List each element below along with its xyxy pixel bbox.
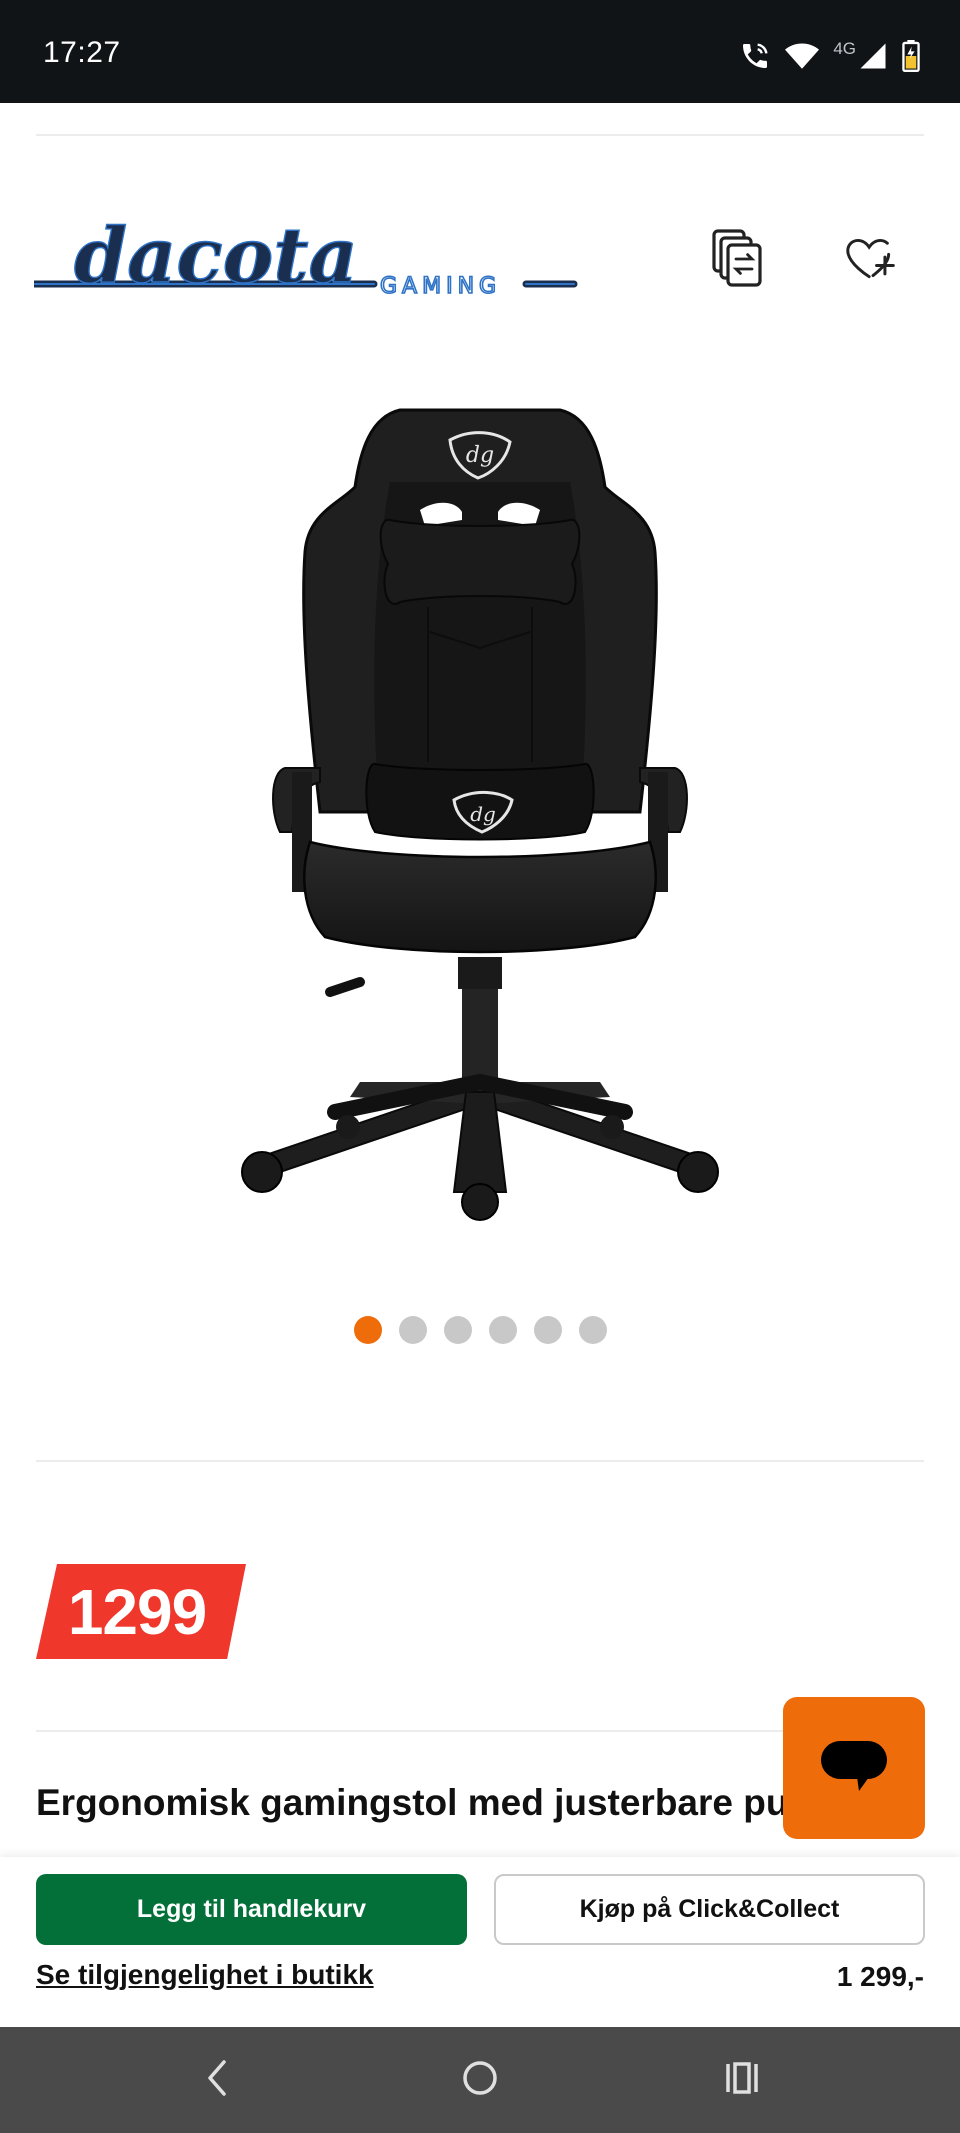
back-icon xyxy=(202,2058,232,2103)
add-to-cart-button[interactable]: Legg til handlekurv xyxy=(36,1874,467,1945)
logo-main-text: dacota xyxy=(74,222,358,300)
svg-text:dg: dg xyxy=(470,802,496,826)
system-nav-bar xyxy=(0,2027,960,2133)
brand-logo[interactable]: dacota GAMING xyxy=(30,210,580,304)
store-availability-link[interactable]: Se tilgjengelighet i butikk xyxy=(36,1959,374,1991)
wifi-calling-icon xyxy=(739,40,771,72)
chat-button[interactable] xyxy=(783,1697,925,1839)
nav-back-button[interactable] xyxy=(187,2052,247,2108)
carousel-dot[interactable] xyxy=(398,1316,427,1344)
battery-icon xyxy=(902,40,920,72)
nav-recents-button[interactable] xyxy=(712,2052,772,2108)
svg-text:dg: dg xyxy=(466,443,494,468)
carousel-dot[interactable] xyxy=(353,1316,382,1344)
wishlist-button[interactable] xyxy=(836,226,906,296)
product-image[interactable]: dg dg xyxy=(240,392,720,1232)
status-icons: 4G xyxy=(739,36,920,76)
status-time: 17:27 xyxy=(43,36,121,69)
price-badge: 1299 xyxy=(36,1564,246,1659)
compare-icon xyxy=(712,228,764,294)
carousel-dot[interactable] xyxy=(443,1316,472,1344)
compare-button[interactable] xyxy=(703,226,773,296)
action-bar-price: 1 299,- xyxy=(836,1961,924,1992)
carousel-dot[interactable] xyxy=(533,1316,562,1344)
action-bar: Legg til handlekurv Kjøp på Click&Collec… xyxy=(0,1857,960,2027)
recents-icon xyxy=(722,2058,762,2103)
heart-plus-icon xyxy=(845,236,897,287)
top-divider xyxy=(36,134,924,136)
carousel-indicator xyxy=(0,1316,960,1346)
carousel-dot[interactable] xyxy=(578,1316,607,1344)
wifi-icon xyxy=(785,41,820,71)
click-collect-button[interactable]: Kjøp på Click&Collect xyxy=(494,1874,925,1945)
logo-sub-text: GAMING xyxy=(380,274,501,299)
signal-icon xyxy=(858,41,888,71)
nav-home-button[interactable] xyxy=(450,2052,510,2108)
status-bar: 17:27 4G xyxy=(0,0,960,103)
section-divider xyxy=(36,1460,924,1462)
price-badge-value: 1299 xyxy=(67,1575,207,1648)
network-type-label: 4G xyxy=(833,39,856,58)
chat-bubble-icon xyxy=(819,1739,889,1798)
carousel-dot[interactable] xyxy=(488,1316,517,1344)
home-icon xyxy=(460,2058,500,2103)
